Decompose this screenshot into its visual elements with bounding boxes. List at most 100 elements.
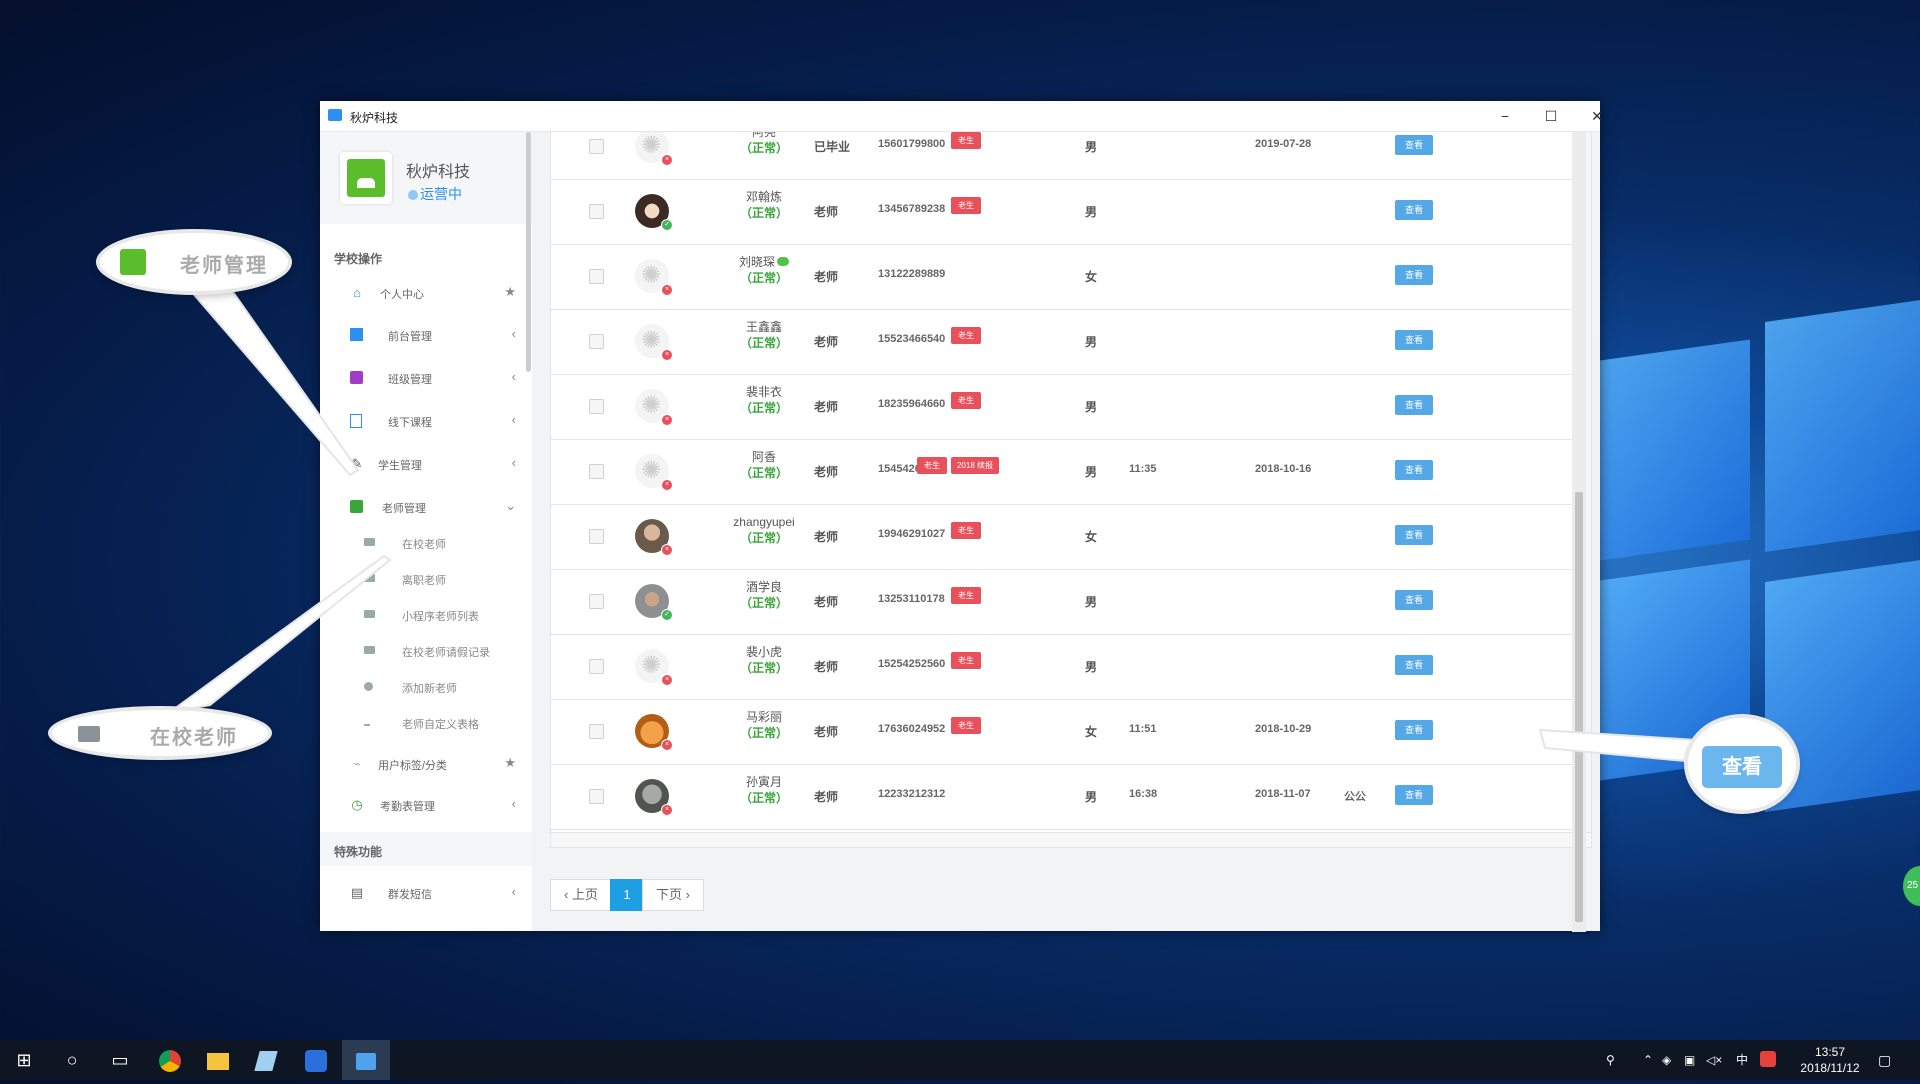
view-button[interactable]: 查看 (1395, 525, 1433, 545)
teacher-name[interactable]: 孙寅月 (746, 775, 782, 789)
search-icon[interactable]: ○ (48, 1040, 96, 1080)
view-button[interactable]: 查看 (1395, 330, 1433, 350)
ime-indicator[interactable]: 中 (1736, 1040, 1748, 1080)
sogou-icon[interactable] (1760, 1051, 1776, 1067)
row-checkbox[interactable] (589, 269, 604, 284)
submenu-resigned-teachers[interactable]: 离职老师 (320, 564, 532, 594)
file-explorer-icon[interactable] (194, 1040, 242, 1080)
teacher-name[interactable]: 刘晓琛 (739, 255, 775, 269)
teacher-name[interactable]: zhangyupei (733, 515, 794, 529)
taskbar: ⊞ ○ ▭ ⚲ ⌃ ◈ ▣ ◁× 中 13:57 2018/11/12 ▢ (0, 1040, 1920, 1080)
view-button[interactable]: 查看 (1395, 265, 1433, 285)
teacher-name-cell[interactable]: 酒学良 （正常） (701, 579, 827, 611)
row-checkbox[interactable] (589, 724, 604, 739)
close-button[interactable]: ✕ (1577, 105, 1617, 127)
sidebar-item-user-tags[interactable]: ⌁ 用户标签/分类 ★ (320, 745, 532, 783)
app-taskbar-icon[interactable] (342, 1040, 390, 1080)
sidebar-item-teachers[interactable]: 老师管理 ⌄ (320, 488, 532, 526)
teacher-name[interactable]: 阿亮 (752, 132, 776, 139)
scrollbar-thumb[interactable] (1575, 492, 1583, 922)
view-button[interactable]: 查看 (1395, 785, 1433, 805)
teacher-name[interactable]: 阿香 (752, 450, 776, 464)
teacher-name[interactable]: 裴小虎 (746, 645, 782, 659)
submenu-custom-table[interactable]: 老师自定义表格 (320, 708, 532, 738)
notepad-icon[interactable] (242, 1040, 290, 1080)
sidebar-scrollbar[interactable] (526, 132, 531, 372)
teacher-name-cell[interactable]: 王鑫鑫 （正常） (701, 319, 827, 351)
star-icon[interactable]: ★ (504, 284, 516, 300)
row-checkbox[interactable] (589, 529, 604, 544)
row-checkbox[interactable] (589, 334, 604, 349)
time-cell: 11:51 (1129, 723, 1157, 735)
sidebar-item-class[interactable]: 班级管理 ‹ (320, 359, 532, 397)
network-icon[interactable]: ▣ (1684, 1040, 1695, 1080)
check-icon: ✓ (661, 609, 673, 621)
teacher-name-cell[interactable]: 马彩丽 （正常） (701, 709, 827, 741)
teacher-name[interactable]: 王鑫鑫 (746, 320, 782, 334)
teacher-name-cell[interactable]: 刘晓琛 （正常） (701, 254, 827, 286)
teacher-name-cell[interactable]: 孙寅月 （正常） (701, 774, 827, 806)
view-button[interactable]: 查看 (1395, 135, 1433, 155)
volume-icon[interactable]: ◁× (1706, 1040, 1722, 1080)
minimize-button[interactable]: − (1485, 105, 1525, 127)
table-horizontal-scrollbar[interactable] (550, 832, 1592, 848)
notification-icon[interactable]: ▢ (1878, 1040, 1891, 1080)
prev-page-button[interactable]: ‹ 上页 (550, 879, 612, 911)
floating-badge[interactable]: 25 (1903, 866, 1920, 906)
view-button[interactable]: 查看 (1395, 590, 1433, 610)
view-button[interactable]: 查看 (1395, 200, 1433, 220)
view-button[interactable]: 查看 (1395, 460, 1433, 480)
row-checkbox[interactable] (589, 789, 604, 804)
teacher-name-cell[interactable]: 阿香 （正常） (701, 449, 827, 481)
row-checkbox[interactable] (589, 399, 604, 414)
teacher-name-cell[interactable]: 裴非衣 （正常） (701, 384, 827, 416)
teacher-name-cell[interactable]: zhangyupei （正常） (701, 514, 827, 546)
sidebar-item-offline-course[interactable]: 线下课程 ‹ (320, 402, 532, 440)
sidebar-item-frontdesk[interactable]: 前台管理 ‹ (320, 316, 532, 354)
page-1-button[interactable]: 1 (610, 879, 644, 911)
teacher-name-cell[interactable]: 邓翰炼 （正常） (701, 189, 827, 221)
sidebar-item-attendance[interactable]: ◷ 考勤表管理 ‹ (320, 786, 532, 824)
sidebar-item-label: 考勤表管理 (380, 801, 435, 813)
submenu-leave-records[interactable]: 在校老师请假记录 (320, 636, 532, 666)
view-button[interactable]: 查看 (1395, 655, 1433, 675)
submenu-in-school-teachers[interactable]: 在校老师 (320, 528, 532, 558)
sidebar-item-profile[interactable]: ⌂ 个人中心 ★ (320, 274, 532, 312)
row-checkbox[interactable] (589, 594, 604, 609)
start-button[interactable]: ⊞ (0, 1040, 48, 1080)
view-button[interactable]: 查看 (1395, 720, 1433, 740)
brand-block: 秋炉科技 运营中 (320, 132, 532, 224)
content-scrollbar[interactable] (1572, 132, 1586, 932)
teacher-name[interactable]: 裴非衣 (746, 385, 782, 399)
x-icon: × (661, 284, 673, 296)
maximize-button[interactable]: ☐ (1531, 105, 1571, 127)
teacher-name[interactable]: 马彩丽 (746, 710, 782, 724)
gender-cell: 男 (1085, 400, 1098, 414)
view-button[interactable]: 查看 (1395, 395, 1433, 415)
wps-icon[interactable] (292, 1040, 340, 1080)
date-cell: 2018-10-29 (1255, 723, 1312, 735)
teacher-name[interactable]: 邓翰炼 (746, 190, 782, 204)
people-icon[interactable]: ⚲ (1606, 1040, 1615, 1080)
row-checkbox[interactable] (589, 139, 604, 154)
chevron-up-icon[interactable]: ⌃ (1643, 1040, 1653, 1080)
status-badge: 老生 (951, 587, 981, 604)
submenu-add-teacher[interactable]: 添加新老师 (320, 672, 532, 702)
sidebar-item-sms[interactable]: ▤ 群发短信 ‹ (320, 874, 532, 912)
next-page-button[interactable]: 下页 › (642, 879, 704, 911)
shield-icon[interactable]: ◈ (1662, 1040, 1671, 1080)
row-checkbox[interactable] (589, 204, 604, 219)
submenu-miniprogram-teachers[interactable]: 小程序老师列表 (320, 600, 532, 630)
teacher-name-cell[interactable]: 阿亮 （正常） (701, 132, 827, 156)
row-checkbox[interactable] (589, 464, 604, 479)
sidebar-item-students[interactable]: ✎ 学生管理 ‹ (320, 445, 532, 483)
teacher-name[interactable]: 酒学良 (746, 580, 782, 594)
teacher-icon (120, 249, 146, 275)
chrome-icon[interactable] (146, 1040, 194, 1080)
task-view-icon[interactable]: ▭ (96, 1040, 144, 1080)
clock[interactable]: 13:57 2018/11/12 (1792, 1044, 1868, 1084)
star-icon[interactable]: ★ (504, 755, 516, 771)
triangle-icon (364, 718, 370, 726)
row-checkbox[interactable] (589, 659, 604, 674)
teacher-name-cell[interactable]: 裴小虎 （正常） (701, 644, 827, 676)
